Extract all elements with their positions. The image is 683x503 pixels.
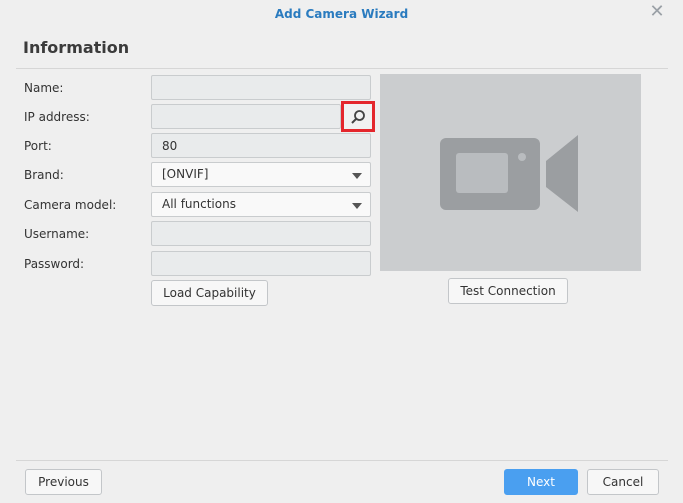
camera-model-select[interactable]: All functions [151,192,371,217]
video-camera-icon [440,135,578,212]
test-connection-button[interactable]: Test Connection [448,278,568,304]
previous-button[interactable]: Previous [25,469,102,495]
username-label: Username: [24,227,90,241]
close-icon[interactable]: ✕ [649,3,665,21]
search-ip-button[interactable] [341,101,375,132]
port-field[interactable] [151,133,371,158]
search-icon [351,110,365,124]
camera-model-value: All functions [162,197,236,211]
divider-top [16,68,668,69]
brand-select[interactable]: [ONVIF] [151,162,371,187]
password-field[interactable] [151,251,371,276]
cancel-button[interactable]: Cancel [587,469,659,495]
camera-model-label: Camera model: [24,198,117,212]
username-field[interactable] [151,221,371,246]
brand-value: [ONVIF] [162,167,209,181]
chevron-down-icon [352,173,362,179]
name-label: Name: [24,81,64,95]
ip-address-field[interactable] [151,104,341,129]
port-input[interactable] [162,134,370,157]
next-button[interactable]: Next [504,469,578,495]
window-title: Add Camera Wizard [274,7,409,21]
username-input[interactable] [162,222,370,245]
brand-label: Brand: [24,168,64,182]
section-heading: Information [23,38,130,57]
port-label: Port: [24,139,52,153]
name-input[interactable] [162,76,370,99]
name-field[interactable] [151,75,371,100]
password-label: Password: [24,257,85,271]
password-input[interactable] [162,252,370,275]
load-capability-button[interactable]: Load Capability [151,280,268,306]
ip-address-input[interactable] [162,105,340,128]
title-bar: Add Camera Wizard [0,0,683,28]
chevron-down-icon [352,203,362,209]
divider-bottom [16,460,668,461]
ip-address-label: IP address: [24,110,90,124]
camera-preview [380,74,641,271]
